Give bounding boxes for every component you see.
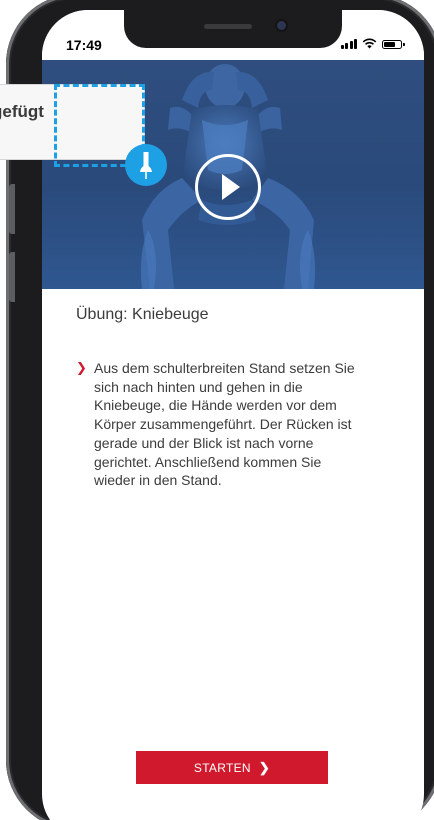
annotation-pin[interactable] — [125, 144, 167, 186]
wifi-icon — [362, 38, 377, 49]
instruction-text: Aus dem schulterbreiten Stand setzen Sie… — [94, 360, 355, 489]
front-camera — [277, 21, 286, 30]
start-button[interactable]: STARTEN ❯ — [136, 751, 328, 784]
status-icons — [340, 38, 405, 49]
speaker — [204, 24, 252, 29]
volume-up-button — [9, 184, 15, 234]
volume-down-button — [9, 252, 15, 302]
notch — [124, 10, 342, 48]
screenshot-stage: 17:49 Übung: Kniebeuge ❯ Aus dem schulte… — [0, 0, 434, 820]
callout-text: gefügt — [0, 102, 44, 121]
play-button[interactable] — [195, 154, 261, 220]
exercise-instruction: ❯ Aus dem schulterbreiten Stand setzen S… — [76, 359, 366, 490]
start-button-label: STARTEN — [193, 760, 251, 775]
status-time: 17:49 — [66, 37, 102, 53]
battery-icon — [382, 40, 405, 49]
chevron-right-icon: ❯ — [76, 360, 87, 375]
cellular-signal-icon — [340, 38, 357, 49]
play-icon — [222, 174, 240, 200]
status-bar: 17:49 — [42, 10, 424, 60]
exercise-title: Übung: Kniebeuge — [76, 306, 209, 323]
chevron-right-icon: ❯ — [258, 759, 271, 775]
pin-icon — [140, 152, 152, 179]
